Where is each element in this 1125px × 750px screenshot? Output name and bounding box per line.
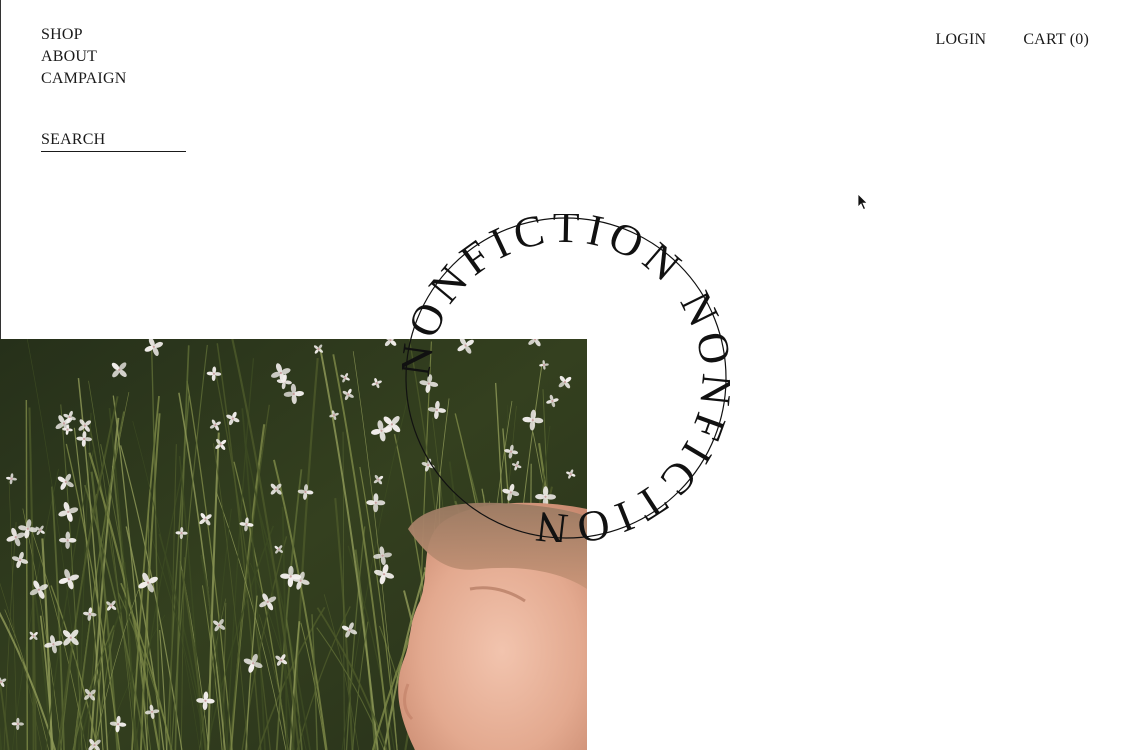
emblem-text: NONFICTION NONFICTION [402, 214, 730, 542]
svg-text:NONFICTION NONFICTION: NONFICTION NONFICTION [402, 214, 730, 542]
mouse-cursor-icon [857, 193, 869, 211]
cart-link[interactable]: CART (0) [1023, 29, 1089, 51]
search-field-wrapper [41, 131, 186, 152]
search-input[interactable] [41, 131, 186, 149]
nav-campaign[interactable]: CAMPAIGN [41, 68, 126, 90]
nav-shop[interactable]: SHOP [41, 24, 126, 46]
nav-about[interactable]: ABOUT [41, 46, 126, 68]
login-link[interactable]: LOGIN [936, 29, 987, 51]
page-edge-rule [0, 0, 1, 340]
account-nav: LOGIN CART (0) [936, 29, 1089, 51]
nonfiction-circle-logo: NONFICTION NONFICTION [402, 214, 730, 542]
main-nav: SHOP ABOUT CAMPAIGN [41, 24, 126, 90]
